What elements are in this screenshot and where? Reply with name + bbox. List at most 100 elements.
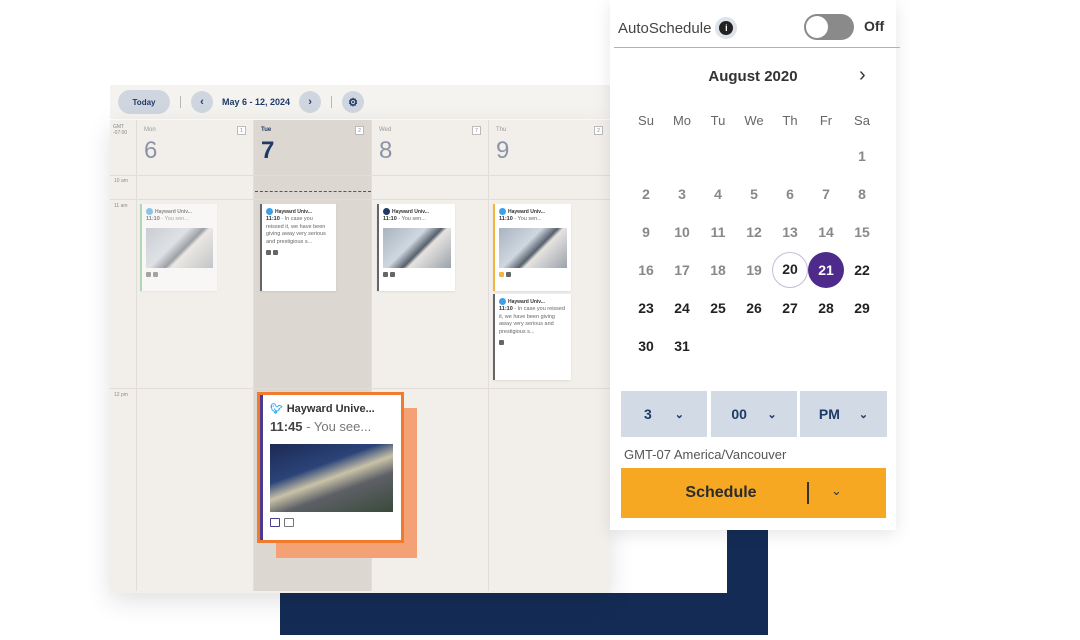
day-number: 7 [261, 137, 275, 164]
calendar-day[interactable]: 12 [736, 214, 772, 250]
day-column-mon[interactable]: Mon 6 1 [137, 120, 254, 591]
calendar-day[interactable]: 29 [844, 290, 880, 326]
gear-icon[interactable]: ⚙ [342, 91, 365, 113]
chevron-down-icon: ⌄ [674, 408, 684, 421]
post-card[interactable]: Hayward Univ... 11:10 - In case you reis… [493, 294, 571, 380]
highlighted-post-card[interactable]: 🐦︎ Hayward Unive... 11:45 - You see... [257, 392, 404, 543]
calendar-day[interactable]: 6 [772, 176, 808, 212]
calendar-day[interactable]: 14 [808, 214, 844, 250]
calendar-day[interactable]: 10 [664, 214, 700, 250]
calendar-day[interactable]: 5 [736, 176, 772, 212]
post-card[interactable]: Hayward Univ... 11:10 - You sen... [377, 204, 455, 291]
calendar-day[interactable]: 20 [772, 252, 808, 288]
decorative-navy-bar-vertical [727, 528, 768, 635]
calendar-day[interactable]: 7 [808, 176, 844, 212]
calendar-day[interactable]: 25 [700, 290, 736, 326]
hour-divider [110, 175, 610, 176]
calendar-day[interactable]: 8 [844, 176, 880, 212]
calendar-day[interactable]: 11 [700, 214, 736, 250]
network-icon [499, 208, 506, 215]
timezone-label: GMT-07 America/Vancouver [624, 447, 787, 462]
chevron-down-icon: ⌄ [767, 408, 777, 421]
account-name: Hayward Univ... [275, 208, 312, 215]
calendar-day[interactable]: 1 [844, 138, 880, 174]
network-icon [266, 208, 273, 215]
time-label: 11 am [114, 203, 128, 209]
calendar-day[interactable]: 26 [736, 290, 772, 326]
hour-divider [110, 388, 610, 389]
day-name: Tue [261, 127, 272, 133]
post-image [270, 444, 393, 512]
image-icon [284, 518, 294, 527]
schedule-label: Schedule [685, 484, 757, 501]
hour-select[interactable]: 3 ⌄ [621, 391, 707, 437]
weekday-header: Mo [672, 113, 692, 128]
calendar-day[interactable]: 22 [844, 252, 880, 288]
schedule-button[interactable]: Schedule ⌄ [621, 468, 886, 518]
day-number: 6 [144, 137, 158, 164]
post-image [383, 227, 451, 268]
weekday-header: Th [782, 113, 798, 128]
calendar-day[interactable]: 18 [700, 252, 736, 288]
calendar-day[interactable]: 2 [628, 176, 664, 212]
post-time: 11:10 [383, 216, 397, 222]
calendar-day[interactable]: 13 [772, 214, 808, 250]
calendar-day[interactable]: 31 [664, 328, 700, 364]
calendar-day[interactable]: 23 [628, 290, 664, 326]
day-name: Mon [144, 127, 156, 133]
calendar-day[interactable]: 15 [844, 214, 880, 250]
post-count-badge: 2 [594, 126, 603, 135]
post-text: - You sen... [396, 216, 426, 222]
info-icon[interactable]: i [715, 17, 738, 39]
calendar-toolbar: Today ‹ May 6 - 12, 2024 › ⚙ [110, 85, 610, 119]
weekday-header: Fr [819, 113, 833, 128]
autoschedule-toggle[interactable] [804, 14, 854, 40]
calendar-day[interactable]: 19 [736, 252, 772, 288]
network-icon [146, 208, 153, 215]
post-card[interactable]: Hayward Univ... 11:10 - In case you reis… [260, 204, 336, 291]
chevron-down-icon[interactable]: ⌄ [831, 483, 842, 499]
today-button[interactable]: Today [118, 90, 170, 114]
selected-date[interactable]: 21 [808, 252, 844, 288]
schedule-picker: AutoSchedule i Off August 2020 › 3 ⌄ 00 ⌄ … [610, 0, 900, 530]
calendar-icon [266, 250, 271, 255]
calendar-day[interactable]: 16 [628, 252, 664, 288]
hour-divider [110, 199, 610, 200]
chevron-right-icon[interactable]: › [859, 64, 866, 87]
weekday-header: Su [638, 113, 654, 128]
twitter-icon: 🐦︎ [270, 403, 283, 415]
account-name: Hayward Univ... [392, 208, 429, 215]
minute-select[interactable]: 00 ⌄ [711, 391, 797, 437]
account-name: Hayward Univ... [508, 208, 545, 215]
calendar-day[interactable]: 17 [664, 252, 700, 288]
timezone-label: GMT -07:00 [113, 124, 128, 136]
day-number: 9 [496, 137, 510, 164]
time-column: GMT -07:00 10 am 11 am 12 pm [110, 120, 137, 591]
calendar-day[interactable]: 27 [772, 290, 808, 326]
post-image [499, 227, 567, 268]
current-time-line [255, 191, 371, 192]
post-text: - You see... [302, 419, 372, 434]
chevron-left-icon[interactable]: ‹ [191, 91, 213, 113]
autoschedule-label: AutoSchedule [618, 19, 712, 37]
calendar-day[interactable]: 9 [628, 214, 664, 250]
calendar-day[interactable]: 24 [664, 290, 700, 326]
autoschedule-row: AutoSchedule i [618, 17, 738, 39]
image-icon [273, 250, 278, 255]
day-name: Thu [496, 127, 507, 133]
date-range: May 6 - 12, 2024 [222, 97, 291, 107]
ampm-select[interactable]: PM ⌄ [800, 391, 887, 437]
calendar-day[interactable]: 3 [664, 176, 700, 212]
post-card[interactable]: Hayward Univ... 11:10 - You sen... [493, 204, 571, 291]
ampm-value: PM [818, 406, 840, 422]
post-count-badge: 1 [237, 126, 246, 135]
calendar-day[interactable]: 28 [808, 290, 844, 326]
calendar-day[interactable]: 30 [628, 328, 664, 364]
chevron-right-icon[interactable]: › [299, 91, 322, 113]
calendar-day[interactable]: 4 [700, 176, 736, 212]
account-name: Hayward Univ... [508, 298, 545, 305]
divider [614, 47, 900, 48]
post-card[interactable]: Hayward Univ... 11:10 - You sen... [140, 204, 217, 291]
minute-value: 00 [731, 406, 747, 422]
post-count-badge: 2 [355, 126, 364, 135]
